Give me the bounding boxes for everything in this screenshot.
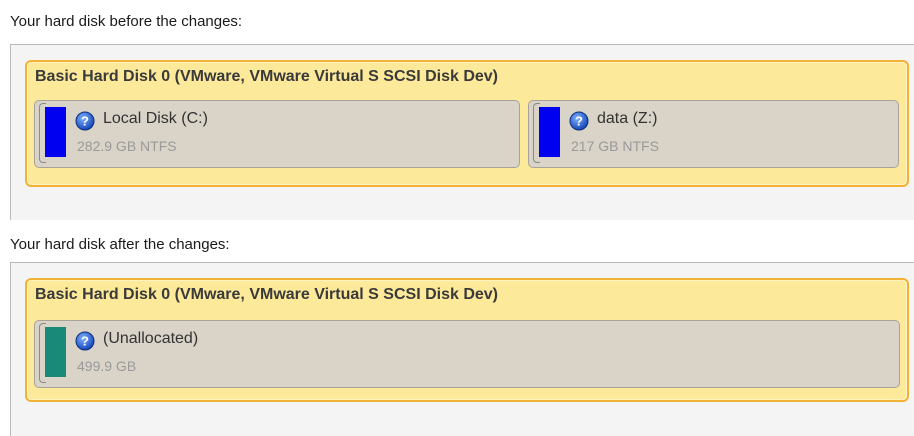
partition-size: 282.9 GB NTFS — [77, 138, 177, 154]
partition-name: Local Disk (C:) — [103, 110, 208, 127]
before-disk-panel: Basic Hard Disk 0 (VMware, VMware Virtua… — [10, 44, 914, 220]
after-disk-panel: Basic Hard Disk 0 (VMware, VMware Virtua… — [10, 262, 914, 436]
after-disk-map[interactable]: Basic Hard Disk 0 (VMware, VMware Virtua… — [25, 278, 909, 402]
before-label: Your hard disk before the changes: — [10, 13, 243, 30]
partition-name: data (Z:) — [597, 110, 658, 127]
help-icon: ? — [75, 111, 95, 131]
before-partition-z[interactable]: ? data (Z:) 217 GB NTFS — [528, 100, 899, 168]
before-disk-map[interactable]: Basic Hard Disk 0 (VMware, VMware Virtua… — [25, 60, 909, 187]
help-icon: ? — [75, 331, 95, 351]
after-label: Your hard disk after the changes: — [10, 236, 230, 253]
partition-usage-bar — [539, 107, 560, 157]
after-disk-title: Basic Hard Disk 0 (VMware, VMware Virtua… — [35, 286, 498, 303]
partition-usage-bar — [45, 107, 66, 157]
before-partition-c[interactable]: ? Local Disk (C:) 282.9 GB NTFS — [34, 100, 520, 168]
partition-size: 499.9 GB — [77, 358, 137, 374]
help-icon: ? — [569, 111, 589, 131]
partition-name: (Unallocated) — [103, 330, 199, 347]
after-partition-unallocated[interactable]: ? (Unallocated) 499.9 GB — [34, 320, 900, 388]
svg-text:?: ? — [81, 334, 89, 349]
svg-text:?: ? — [81, 114, 89, 129]
before-disk-title: Basic Hard Disk 0 (VMware, VMware Virtua… — [35, 68, 498, 85]
partition-size: 217 GB NTFS — [571, 138, 659, 154]
partition-usage-bar — [45, 327, 66, 377]
svg-text:?: ? — [575, 114, 583, 129]
